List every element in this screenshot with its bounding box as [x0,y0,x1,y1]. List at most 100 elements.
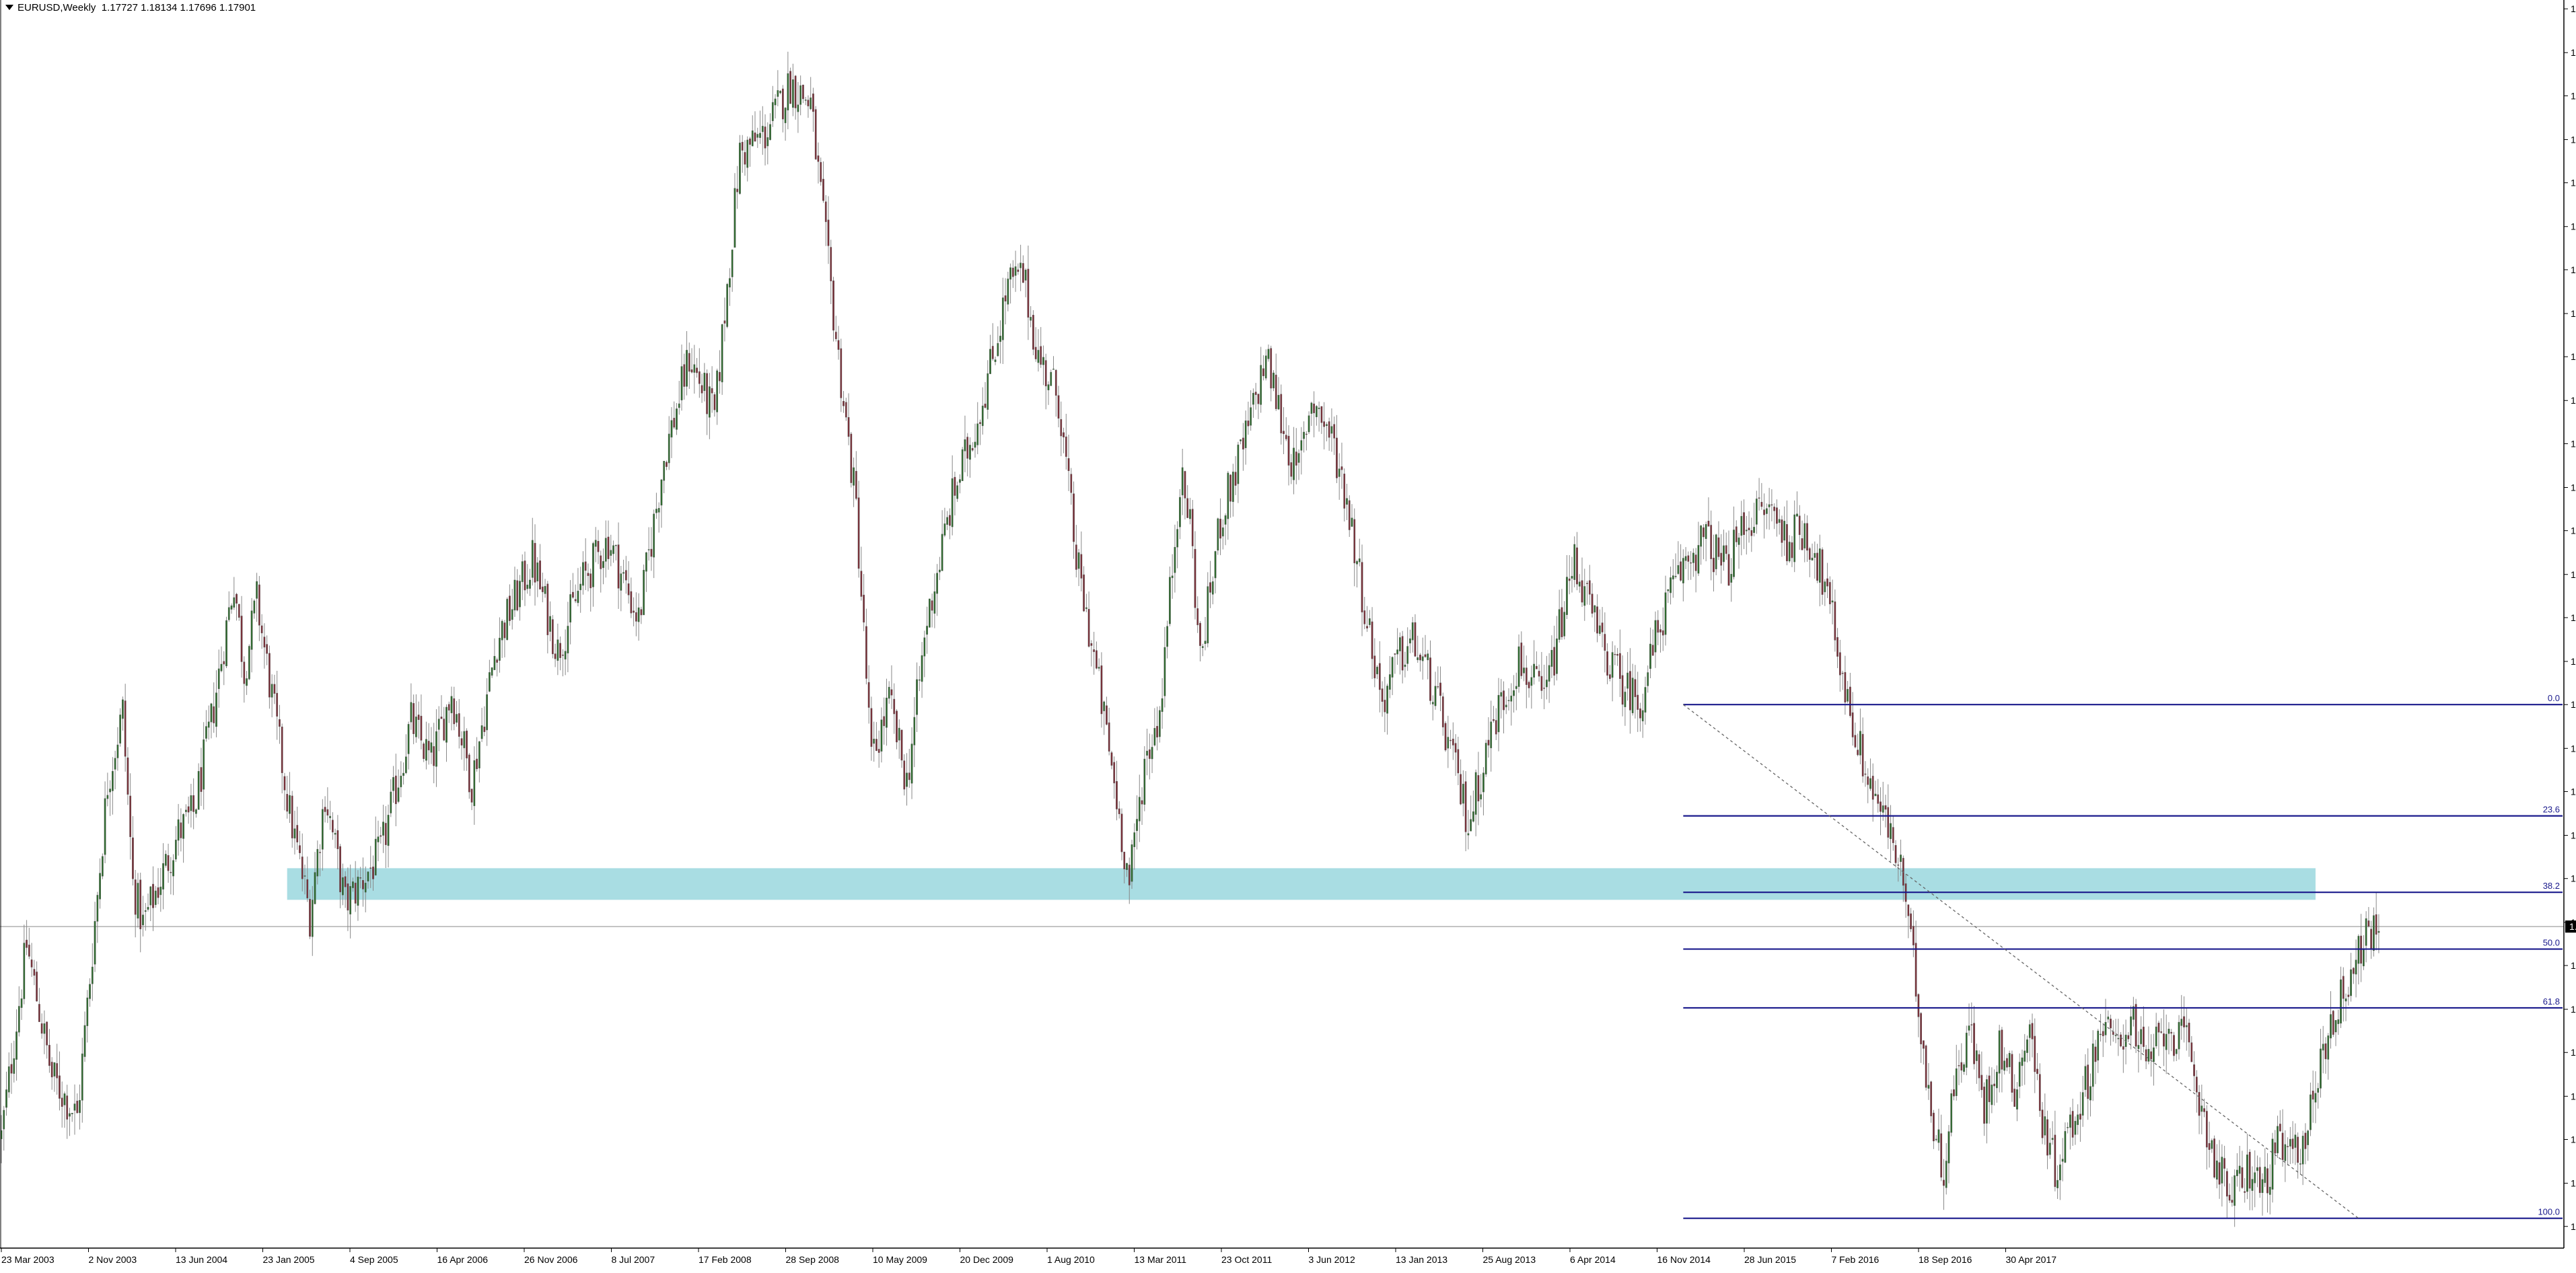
candle-body [1927,1085,1930,1089]
candle-body [1674,575,1677,577]
candle-body [587,573,589,576]
candle-body [1659,629,1661,632]
candle-body [2256,1167,2258,1171]
price-chart[interactable]: 0.0 23.6 38.2 50.0 61.8 100.0 1.63170 1.61010 1… [0,0,2576,1270]
candle-body [392,776,394,791]
candle-body [293,828,296,839]
candle-body [413,703,415,734]
candle-body [2299,1163,2301,1165]
candle-body [1326,424,1328,426]
candle-body [1588,580,1591,595]
candle-body [23,943,26,999]
candle-body [423,743,425,759]
candle-body [1639,708,1641,719]
candle-body [1366,626,1368,628]
candle-body [690,369,693,373]
candle-body [1831,600,1834,603]
candle-body [119,715,122,743]
candle-body [1591,593,1594,614]
candle-body [1684,556,1687,561]
candle-body [1568,578,1571,581]
y-tick-label: 1.15980 [2571,960,2576,971]
candle-body [347,883,349,911]
candle-body [503,622,506,639]
candle-body [1164,647,1166,696]
candle-body [1242,437,1244,449]
candle-body [180,822,182,838]
candle-body [1176,529,1179,548]
candle-body [1710,525,1713,559]
candle-body [1153,728,1156,745]
collapse-triangle-icon[interactable] [5,5,13,10]
candle-body [1434,686,1437,706]
candle-body [807,100,810,106]
candle-body [703,373,706,392]
candle-body [1654,620,1657,653]
candle-body [2097,1030,2100,1061]
candle-body [2168,1029,2170,1034]
candle-body [1667,589,1670,591]
candle-body [1644,687,1647,713]
candle-body [999,336,1001,342]
candle-body [1075,544,1077,570]
candle-body [1113,762,1116,784]
candle-body [1454,743,1457,753]
candle-body [344,876,347,887]
candle-body [1447,737,1450,749]
candle-body [2059,1164,2061,1181]
candle-body [1960,1062,1963,1071]
candle-body [781,88,784,120]
candle-body [7,1066,10,1093]
candle-body [541,586,544,593]
candle-body [2185,1025,2188,1027]
candle-body [1604,634,1606,651]
candle-body [109,789,111,793]
candle-body [1037,350,1040,363]
candle-body [478,741,480,768]
candle-body [1690,562,1692,564]
candle-body [908,772,910,780]
candle-body [670,420,673,438]
candle-body [2312,1091,2314,1100]
candle-body [468,754,470,793]
candle-body [263,636,266,648]
candle-body [1867,776,1869,785]
candle-body [2036,1068,2038,1075]
y-tick-label: 1.58880 [2571,90,2576,101]
x-tick-label: 23 Jan 2005 [263,1254,315,1265]
y-tick-label: 1.30980 [2571,656,2576,667]
y-tick-label: 1.11690 [2571,1047,2576,1058]
candle-body [46,1021,48,1046]
candle-body [1054,369,1057,396]
fib-level-label: 50.0 [2543,938,2560,948]
candle-body [2069,1114,2071,1128]
candle-body [519,581,521,608]
candle-body [1450,739,1452,741]
candle-body [2061,1159,2064,1162]
candle-body [124,700,127,757]
candle-body [855,471,857,499]
candle-body [1406,646,1409,664]
candle-body [1598,625,1601,634]
candle-body [939,569,941,573]
candle-body [89,984,91,999]
candle-body [554,653,557,659]
candle-body [1209,582,1211,593]
chart-window[interactable]: EURUSD,Weekly 1.17727 1.18134 1.17696 1.… [0,0,2576,1270]
candle-body [1755,499,1758,525]
candle-body [460,738,463,745]
x-tick-label: 13 Mar 2011 [1135,1254,1187,1265]
candle-body [1915,943,1917,997]
candle-body [420,715,423,741]
candle-body [2089,1086,2091,1101]
candle-body [1890,823,1892,839]
candle-body [1996,1072,1998,1089]
candle-body [513,579,516,611]
candle-body [1874,793,1877,797]
candle-body [1285,435,1287,439]
candle-body [116,744,119,758]
candle-body [1608,674,1611,679]
candle-body [2264,1167,2266,1184]
candle-body [1482,772,1484,793]
candle-body [1540,676,1543,691]
